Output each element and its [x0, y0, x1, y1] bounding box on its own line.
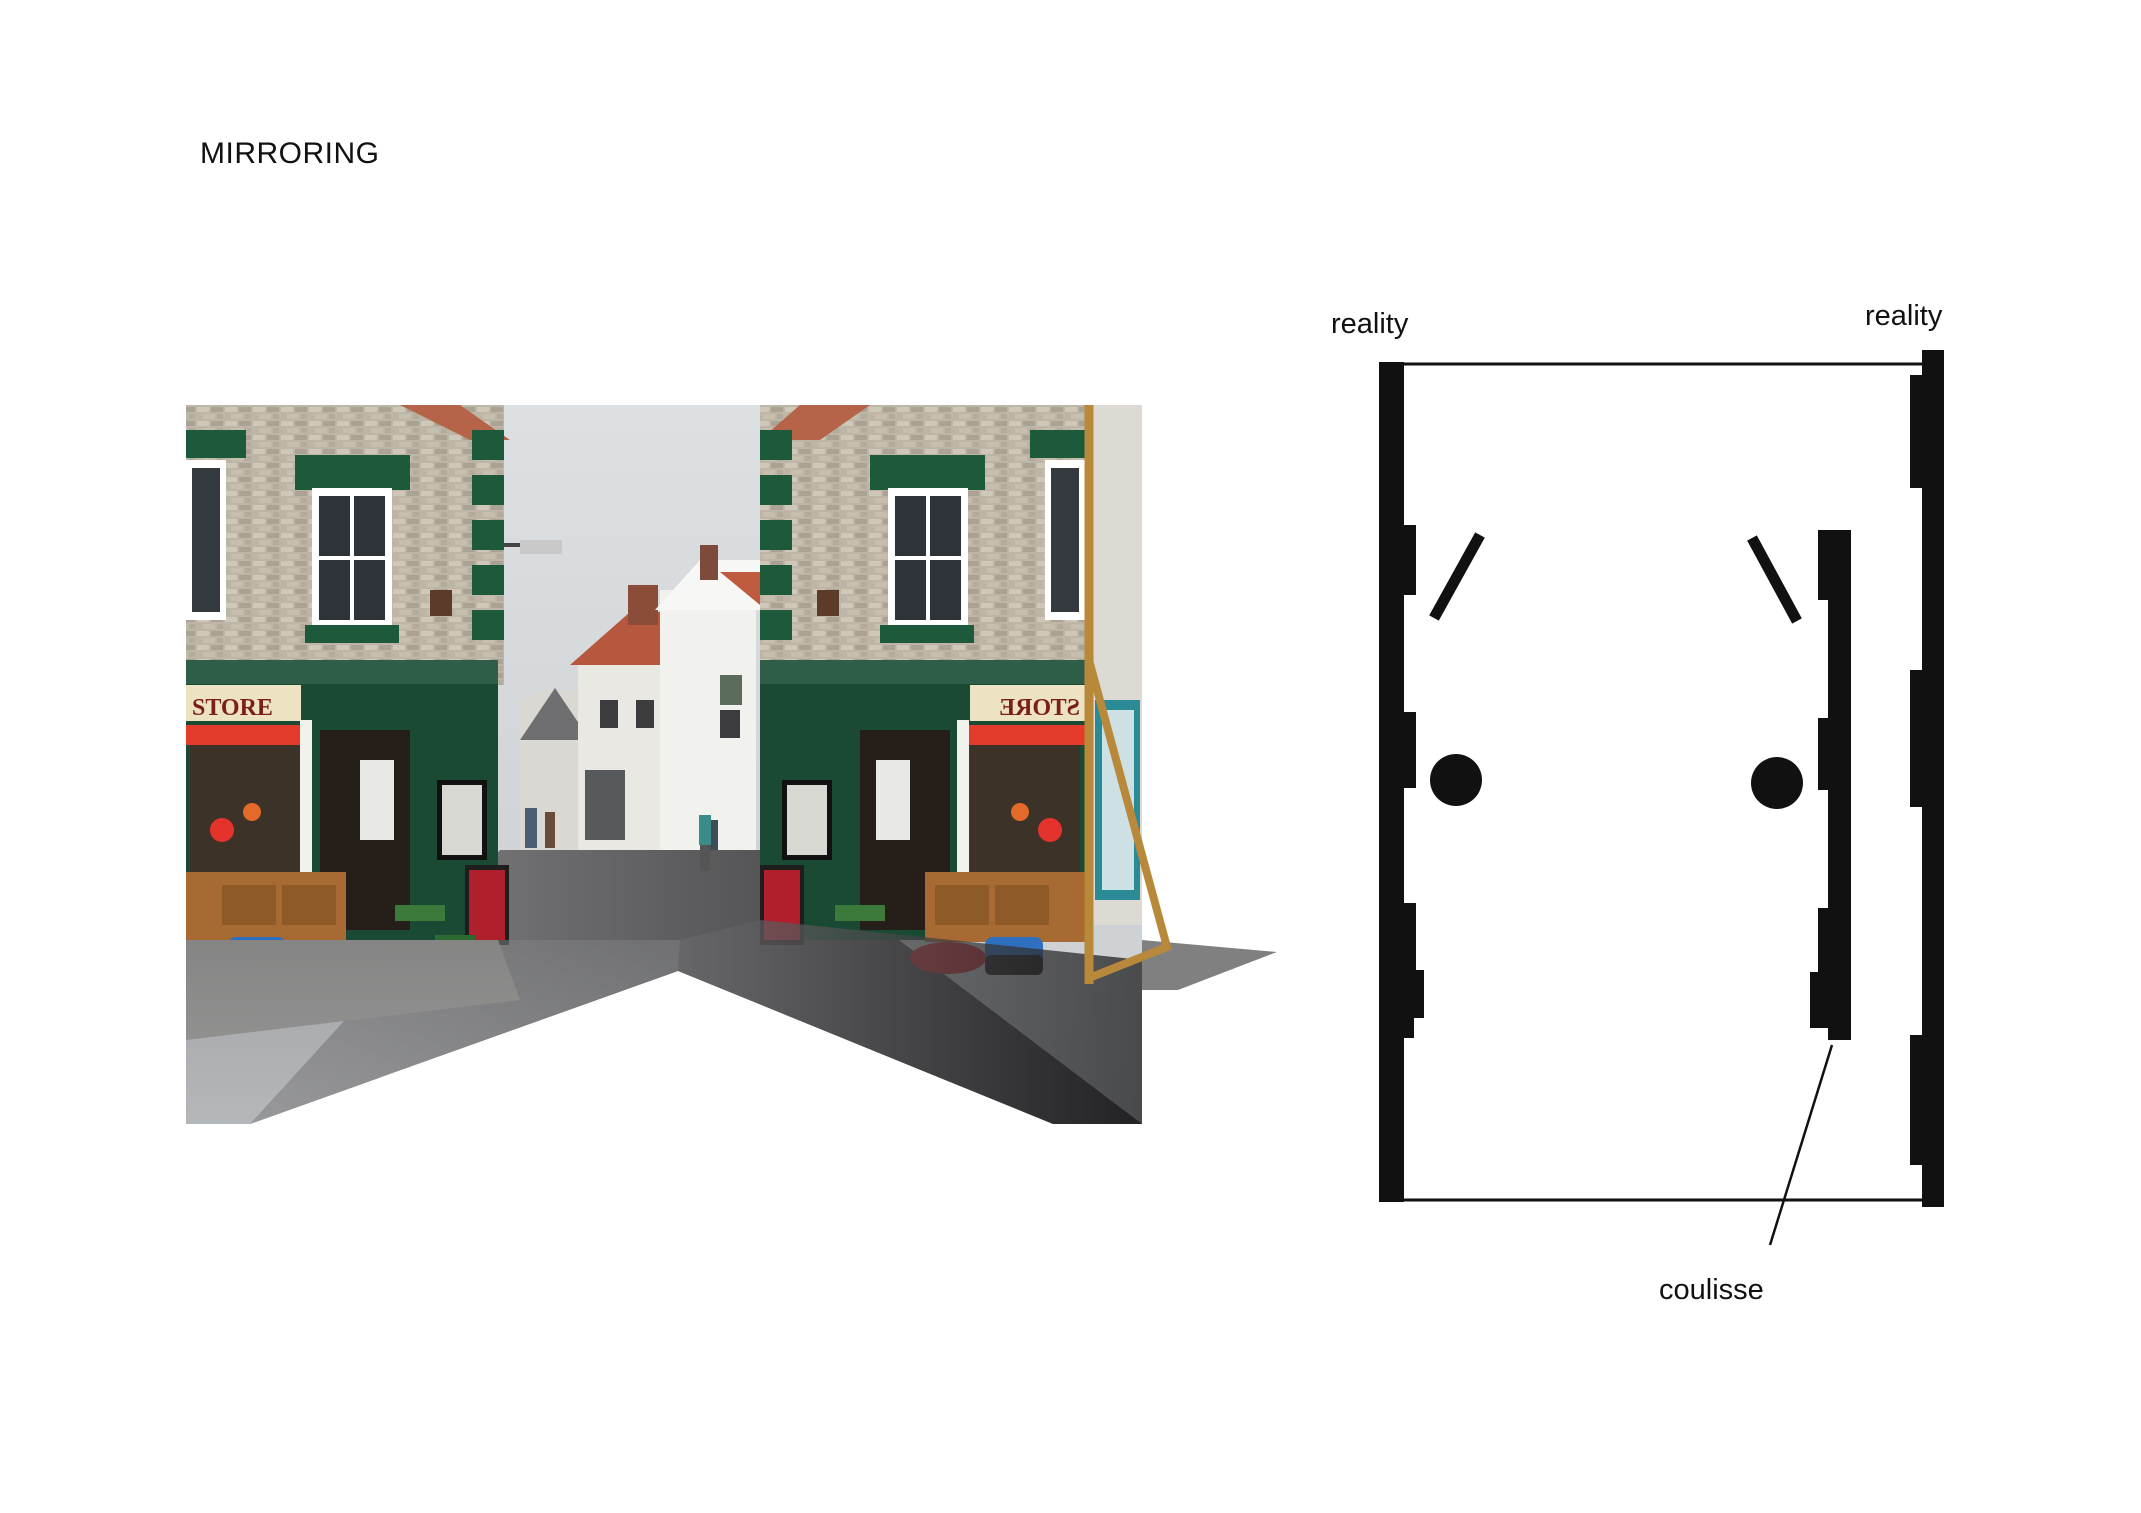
disc-right: [1751, 757, 1803, 809]
left-reality-wall: [1379, 362, 1424, 1202]
angled-wing-left: [1429, 532, 1485, 621]
plan-diagram: [1379, 350, 1944, 1246]
right-reality-wall: [1910, 350, 1944, 1207]
disc-left: [1430, 754, 1482, 806]
coulisse-leader-line: [1768, 1044, 1834, 1246]
mirrored-store-sign-text: STORE: [999, 695, 1080, 721]
coulisse-wing: [1810, 530, 1851, 1040]
street-photo-collage: [186, 405, 1142, 1124]
diagram-canvas: STORE STORE: [186, 350, 1944, 1246]
pedestrian: [699, 815, 711, 845]
store-sign-text: STORE: [192, 695, 273, 721]
floor-plane-left: [186, 940, 680, 1124]
angled-wing-right: [1747, 535, 1802, 624]
